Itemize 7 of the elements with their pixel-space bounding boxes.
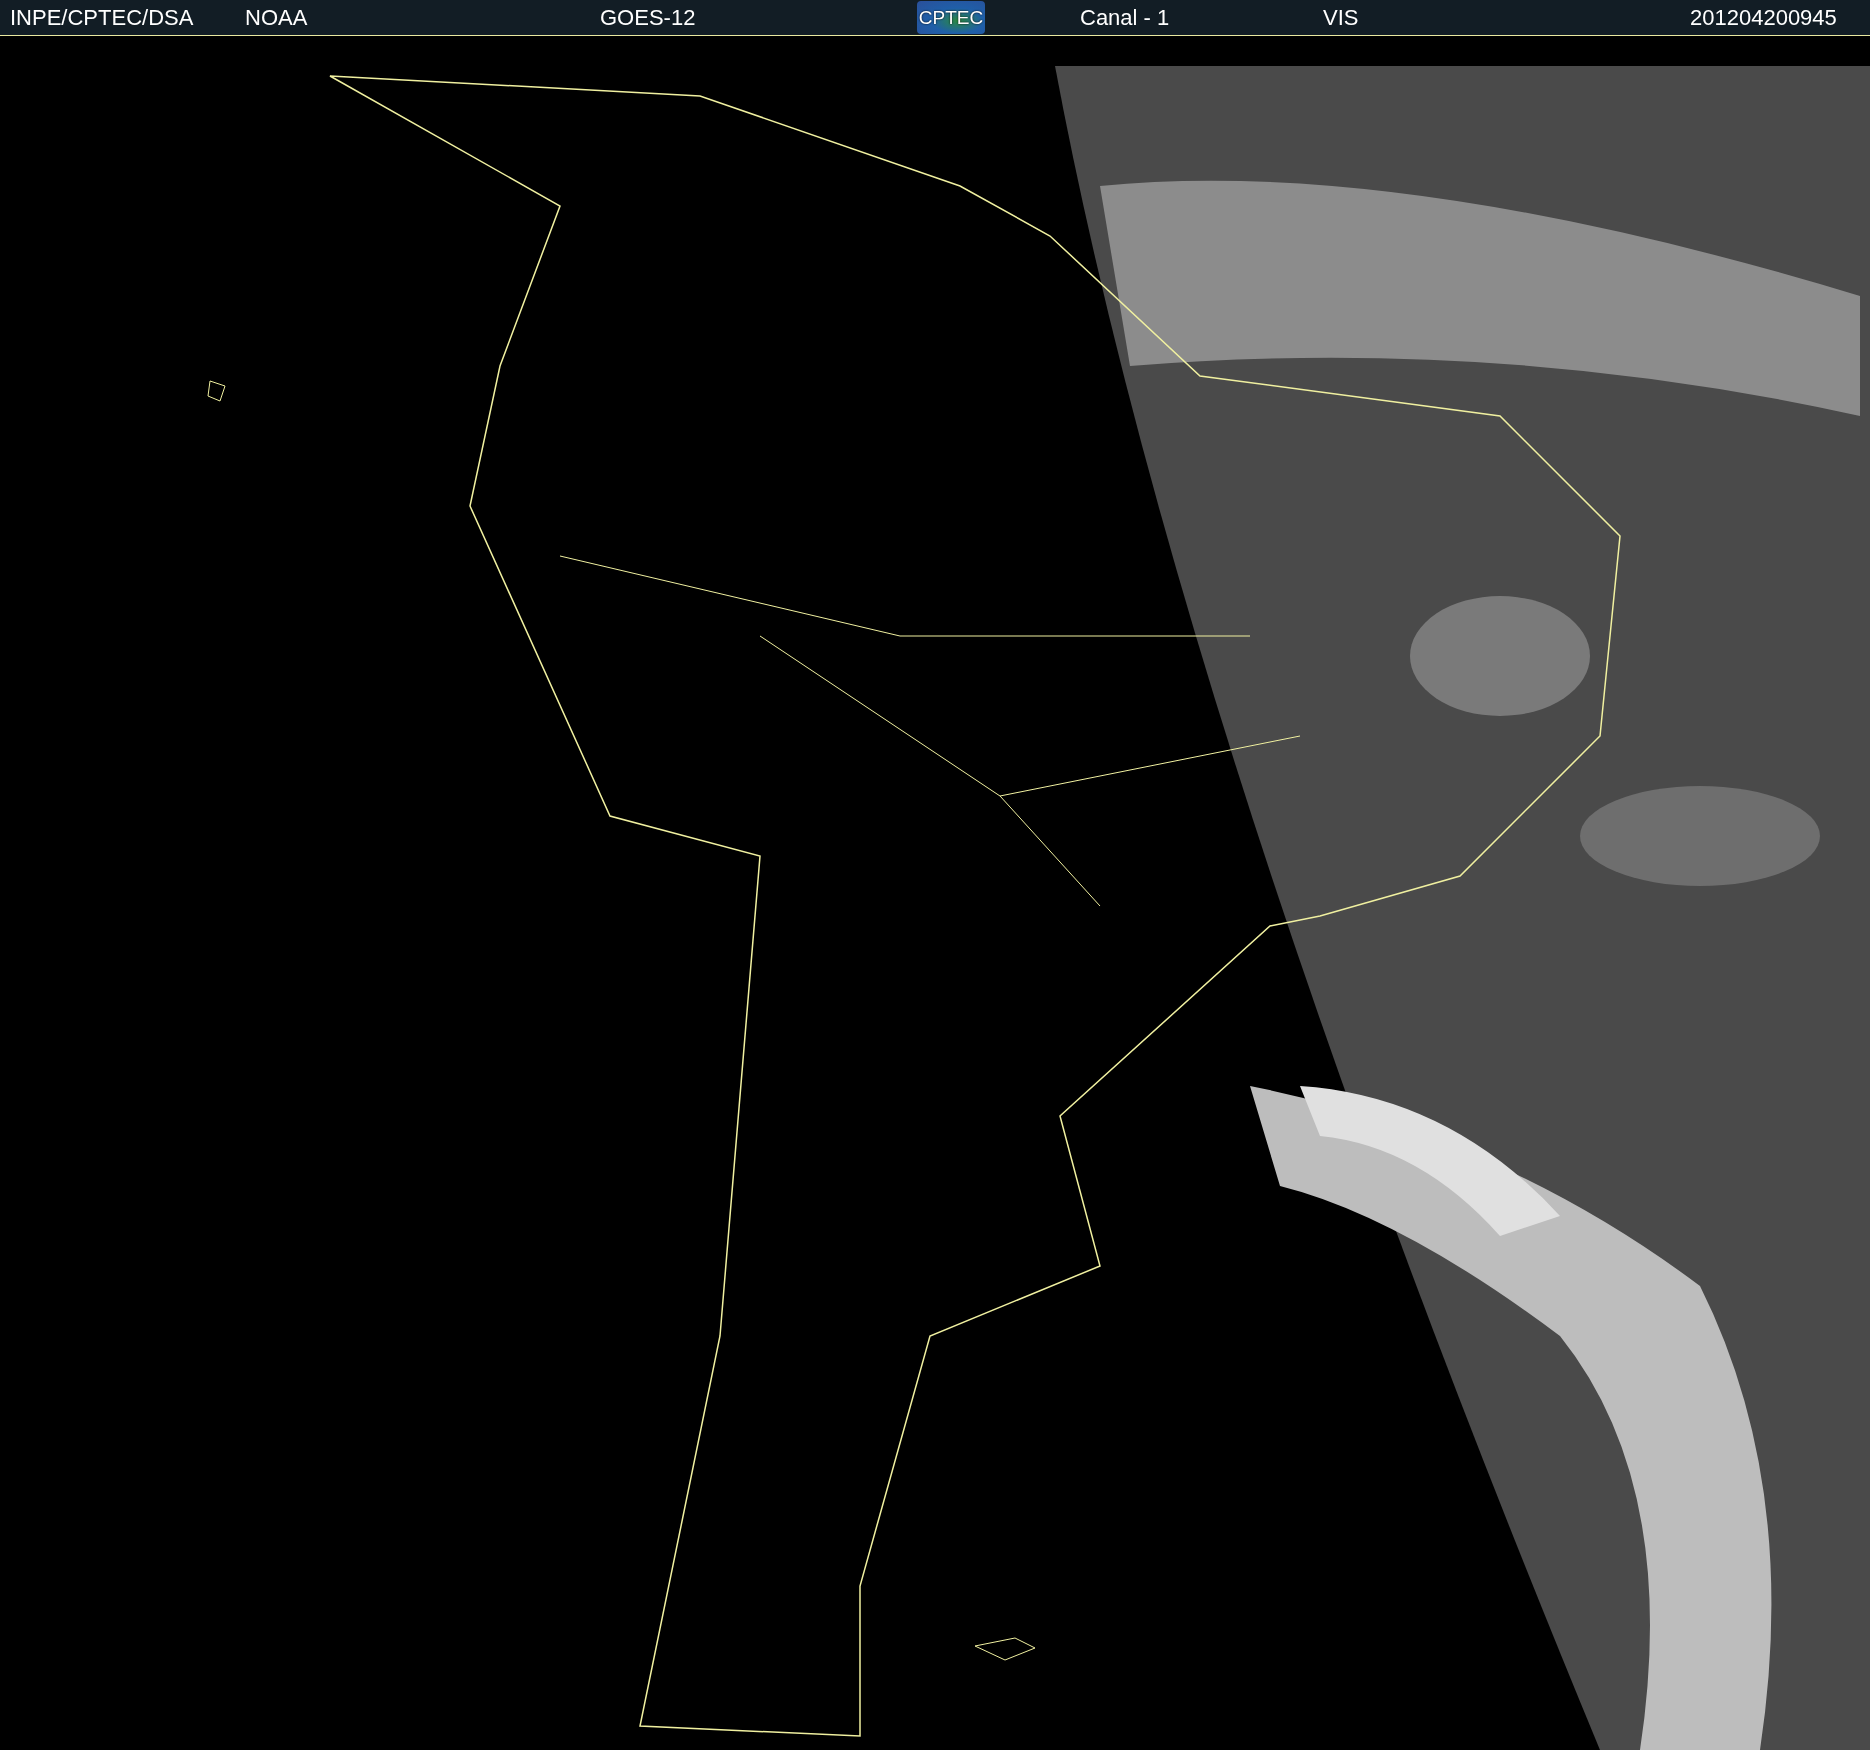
agency-label: INPE/CPTEC/DSA xyxy=(9,4,195,31)
source-label: NOAA xyxy=(245,4,309,31)
satellite-label: GOES-12 xyxy=(600,4,697,31)
logo: CPTEC xyxy=(917,1,985,34)
channel-label: Canal - 1 xyxy=(1080,4,1171,31)
band-label: VIS xyxy=(1323,4,1360,31)
timestamp-label: 201204200945 xyxy=(1690,4,1838,31)
